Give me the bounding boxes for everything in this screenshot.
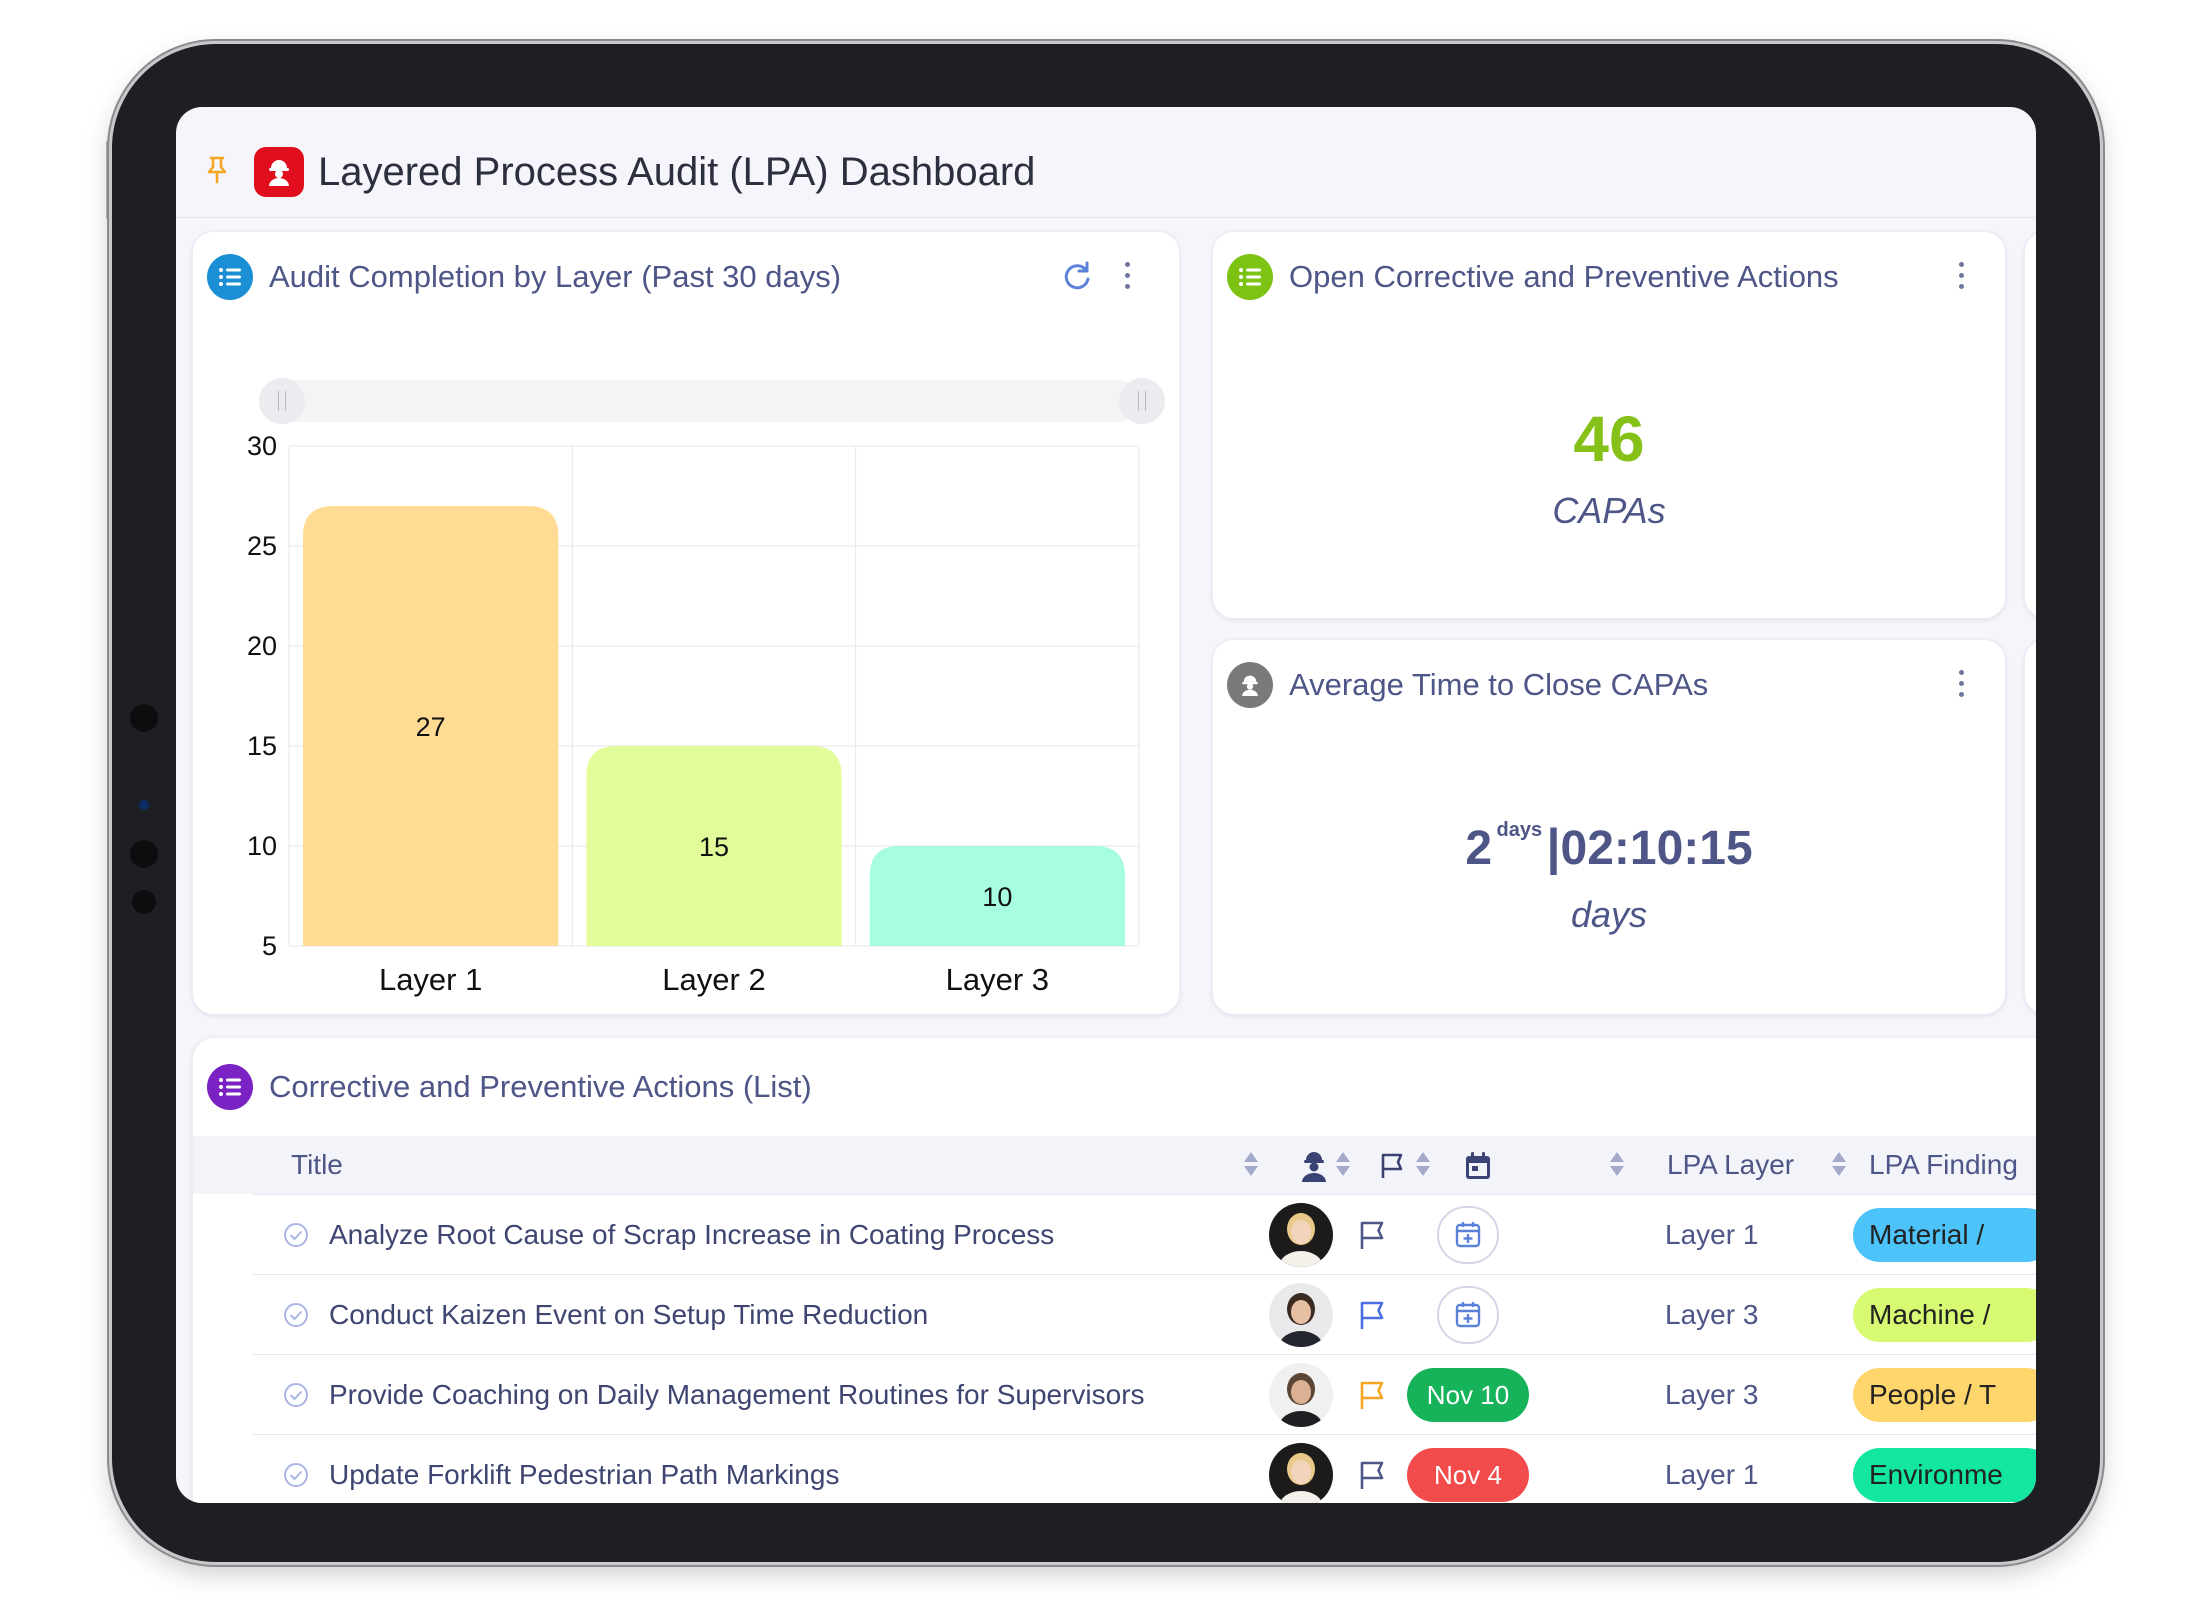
days-unit: days bbox=[1496, 819, 1543, 841]
sort-icon[interactable] bbox=[1335, 1152, 1351, 1178]
lpa-layer: Layer 3 bbox=[1665, 1299, 1759, 1330]
avg-time-value: 2 days |02:10:15 bbox=[1213, 818, 2005, 876]
priority-flag-icon[interactable] bbox=[1357, 1219, 1389, 1251]
table-row[interactable]: Provide Coaching on Daily Management Rou… bbox=[253, 1354, 2036, 1435]
camera-lens bbox=[139, 800, 149, 810]
offscreen-card bbox=[2024, 231, 2036, 619]
column-header-title[interactable]: Title bbox=[291, 1136, 343, 1194]
days-value: 2 bbox=[1465, 822, 1493, 875]
add-date-button[interactable] bbox=[1437, 1206, 1499, 1264]
worker-icon bbox=[1227, 662, 1273, 708]
capa-count: 46 bbox=[1573, 403, 1645, 475]
open-capa-card: Open Corrective and Preventive Actions 4… bbox=[1212, 231, 2006, 619]
bar-value-label: 27 bbox=[416, 712, 446, 742]
avg-time-card: Average Time to Close CAPAs 2 days |02:1… bbox=[1212, 639, 2006, 1015]
offscreen-card bbox=[2024, 639, 2036, 1015]
table-row[interactable]: Update Forklift Pedestrian Path Markings… bbox=[253, 1434, 2036, 1503]
kebab-menu-icon[interactable] bbox=[1953, 670, 1969, 700]
card-title: Corrective and Preventive Actions (List) bbox=[269, 1069, 812, 1104]
audit-completion-card: Audit Completion by Layer (Past 30 days)… bbox=[192, 231, 1180, 1015]
y-tick-label: 5 bbox=[262, 931, 277, 961]
table-row[interactable]: Conduct Kaizen Event on Setup Time Reduc… bbox=[253, 1274, 2036, 1355]
column-header-layer[interactable]: LPA Layer bbox=[1667, 1136, 1794, 1194]
audit-bar-chart: 5 10 15 20 25 30 27 Layer 1 15 Layer 2 10 Layer 3 bbox=[247, 431, 1140, 997]
assignee-avatar[interactable] bbox=[1269, 1363, 1333, 1427]
calendar-add-icon bbox=[1455, 1222, 1481, 1248]
app-header: Layered Process Audit (LPA) Dashboard bbox=[176, 107, 2036, 218]
x-category-label: Layer 3 bbox=[946, 962, 1049, 997]
bar-value-label: 10 bbox=[982, 882, 1012, 912]
calendar-icon[interactable] bbox=[1463, 1150, 1493, 1182]
priority-flag-icon[interactable] bbox=[1357, 1299, 1389, 1331]
due-date-badge[interactable]: Nov 4 bbox=[1407, 1448, 1529, 1502]
list-icon bbox=[207, 1064, 253, 1110]
camera-dot bbox=[130, 704, 158, 732]
lpa-layer: Layer 1 bbox=[1665, 1219, 1759, 1250]
lpa-finding-tag[interactable]: People / T bbox=[1853, 1368, 2036, 1422]
y-tick-label: 10 bbox=[247, 831, 277, 861]
add-date-button[interactable] bbox=[1437, 1286, 1499, 1344]
sort-icon[interactable] bbox=[1831, 1152, 1847, 1178]
lpa-finding-tag[interactable]: Material / bbox=[1853, 1208, 2036, 1262]
y-tick-label: 30 bbox=[247, 431, 277, 461]
time-value: 02:10:15 bbox=[1560, 822, 1753, 875]
lpa-finding-tag[interactable]: Machine / bbox=[1853, 1288, 2036, 1342]
priority-flag-icon[interactable] bbox=[1357, 1379, 1389, 1411]
worker-icon bbox=[254, 147, 304, 197]
sort-icon[interactable] bbox=[1415, 1152, 1431, 1178]
row-title[interactable]: Update Forklift Pedestrian Path Markings bbox=[329, 1435, 839, 1503]
complete-checkbox-icon[interactable] bbox=[283, 1382, 309, 1408]
avg-time-label: days bbox=[1570, 894, 1648, 935]
due-date-badge[interactable]: Nov 10 bbox=[1407, 1368, 1529, 1422]
y-tick-label: 25 bbox=[247, 531, 277, 561]
card-title: Average Time to Close CAPAs bbox=[1289, 667, 1709, 702]
app-screen: Layered Process Audit (LPA) Dashboard Au… bbox=[176, 107, 2036, 1503]
x-category-label: Layer 2 bbox=[662, 962, 765, 997]
row-title[interactable]: Analyze Root Cause of Scrap Increase in … bbox=[329, 1195, 1054, 1275]
x-category-label: Layer 1 bbox=[379, 962, 482, 997]
y-tick-label: 15 bbox=[247, 731, 277, 761]
lpa-layer: Layer 3 bbox=[1665, 1379, 1759, 1410]
lpa-finding-tag[interactable]: Environme bbox=[1853, 1448, 2036, 1502]
kebab-menu-icon[interactable] bbox=[1953, 262, 1969, 292]
row-title[interactable]: Provide Coaching on Daily Management Rou… bbox=[329, 1355, 1145, 1435]
lpa-layer: Layer 1 bbox=[1665, 1459, 1759, 1490]
table-body: Analyze Root Cause of Scrap Increase in … bbox=[193, 1194, 2036, 1503]
row-title[interactable]: Conduct Kaizen Event on Setup Time Reduc… bbox=[329, 1275, 928, 1355]
assignee-avatar[interactable] bbox=[1269, 1283, 1333, 1347]
table-header: Title LPA Layer LPA Finding bbox=[193, 1136, 2036, 1194]
complete-checkbox-icon[interactable] bbox=[283, 1302, 309, 1328]
complete-checkbox-icon[interactable] bbox=[283, 1462, 309, 1488]
complete-checkbox-icon[interactable] bbox=[283, 1222, 309, 1248]
column-header-finding[interactable]: LPA Finding bbox=[1869, 1136, 2018, 1194]
card-title: Open Corrective and Preventive Actions bbox=[1289, 259, 1839, 294]
calendar-add-icon bbox=[1455, 1302, 1481, 1328]
y-tick-label: 20 bbox=[247, 631, 277, 661]
sort-icon[interactable] bbox=[1609, 1152, 1625, 1178]
list-icon bbox=[1227, 254, 1273, 300]
page-title: Layered Process Audit (LPA) Dashboard bbox=[318, 150, 1036, 194]
capa-label: CAPAs bbox=[1552, 490, 1666, 531]
assignee-avatar[interactable] bbox=[1269, 1443, 1333, 1503]
capa-list-card: Corrective and Preventive Actions (List)… bbox=[192, 1037, 2036, 1503]
assignee-avatar[interactable] bbox=[1269, 1203, 1333, 1267]
flag-icon[interactable] bbox=[1379, 1152, 1407, 1180]
separator: | bbox=[1546, 819, 1561, 875]
bar-value-label: 15 bbox=[699, 832, 729, 862]
camera-dot bbox=[130, 840, 158, 868]
sort-icon[interactable] bbox=[1243, 1152, 1259, 1178]
person-icon[interactable] bbox=[1299, 1150, 1329, 1182]
camera-dot bbox=[132, 890, 156, 914]
table-row[interactable]: Analyze Root Cause of Scrap Increase in … bbox=[253, 1194, 2036, 1275]
pin-icon[interactable] bbox=[204, 155, 230, 185]
priority-flag-icon[interactable] bbox=[1357, 1459, 1389, 1491]
